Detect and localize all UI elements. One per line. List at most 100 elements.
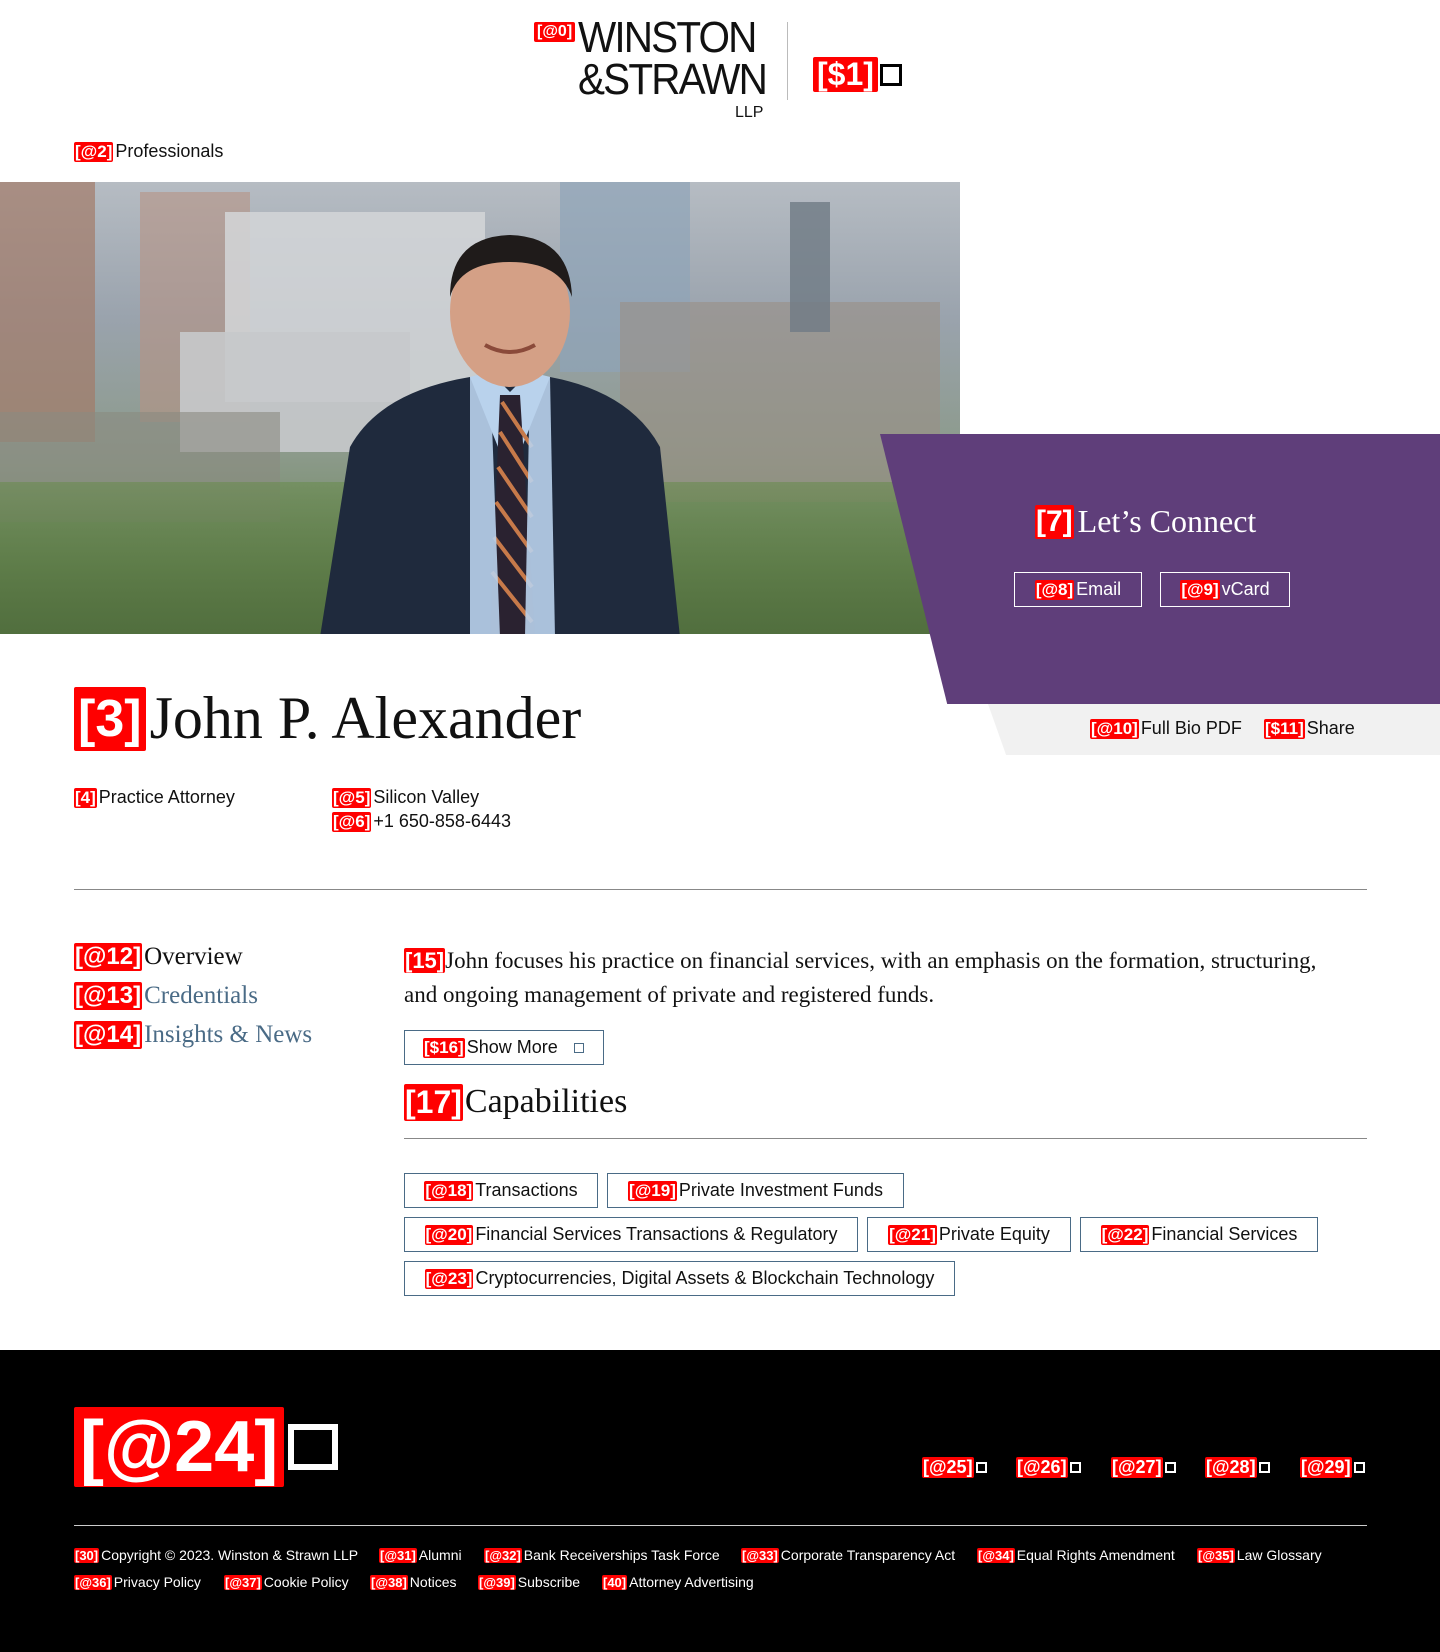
menu-button[interactable]: [$1] [813,56,902,93]
capabilities-tag: [17] [404,1083,463,1121]
social-link-3[interactable]: [@27] [1111,1457,1176,1478]
capability-private-investment-funds[interactable]: [@19] Private Investment Funds [607,1173,904,1208]
footer-divider [74,1525,1367,1526]
capability-fs-transactions-regulatory[interactable]: [@20] Financial Services Transactions & … [404,1217,858,1252]
social-link-1[interactable]: [@25] [922,1457,987,1478]
pdf-tag: [@10] [1090,718,1139,739]
social-tag: [@29] [1300,1457,1352,1478]
overview-tag: [15] [404,948,446,973]
footer-link-label: Notices [409,1574,457,1590]
full-bio-pdf-link[interactable]: [@10] Full Bio PDF [1090,718,1242,739]
footer-link-label: Equal Rights Amendment [1016,1547,1175,1563]
footer-link-cookie[interactable]: [@37] Cookie Policy [224,1574,349,1590]
social-link-4[interactable]: [@28] [1205,1457,1270,1478]
capability-tag: [@19] [628,1180,677,1201]
social-tag: [@25] [922,1457,974,1478]
name-tag: [3] [74,686,146,751]
connect-heading-text: Let’s Connect [1077,503,1257,539]
footer-link-bank-receiverships[interactable]: [@32] Bank Receiverships Task Force [484,1547,720,1563]
name-text: John P. Alexander [149,685,582,751]
footer-link-tag: [@37] [224,1574,262,1590]
capability-private-equity[interactable]: [@21] Private Equity [867,1217,1071,1252]
footer-link-law-glossary[interactable]: [@35] Law Glossary [1197,1547,1322,1563]
menu-tag: [$1] [813,56,878,93]
social-tag: [@26] [1016,1457,1068,1478]
phone-tag: [@6] [332,811,372,832]
capability-transactions[interactable]: [@18] Transactions [404,1173,598,1208]
social-tag: [@27] [1111,1457,1163,1478]
footer-logo[interactable]: [@24] [74,1407,339,1487]
sidenav-overview[interactable]: [@12] Overview [74,943,243,971]
sidenav-credentials[interactable]: [@13] Credentials [74,982,258,1010]
capabilities-title: Capabilities [464,1083,628,1120]
capabilities-heading: [17] Capabilities [404,1083,627,1121]
footer-link-equal-rights[interactable]: [@34] Equal Rights Amendment [977,1547,1175,1563]
capability-crypto-blockchain[interactable]: [@23] Cryptocurrencies, Digital Assets &… [404,1261,955,1296]
social-link-2[interactable]: [@26] [1016,1457,1081,1478]
connect-heading: [7] Let’s Connect [1035,503,1256,540]
sidenav-insights-news[interactable]: [@14] Insights & News [74,1021,312,1049]
sidenav-overview-label: Overview [144,943,243,970]
site-footer: [@24] [@25] [@26] [@27] [@28] [@29] [30]… [0,1350,1440,1652]
social-icon [1164,1462,1176,1473]
footer-link-tag: [30] [74,1547,100,1563]
title-tag: [4] [74,787,97,808]
footer-link-label: Subscribe [517,1574,581,1590]
breadcrumb[interactable]: [@2] Professionals [74,141,223,162]
section-divider [74,889,1367,890]
sidenav-credentials-tag: [@13] [74,982,143,1010]
capability-label: Cryptocurrencies, Digital Assets & Block… [475,1268,935,1288]
attorney-name: [3] John P. Alexander [74,684,581,753]
capability-financial-services[interactable]: [@22] Financial Services [1080,1217,1318,1252]
footer-link-tag: [40] [602,1574,628,1590]
footer-link-label: Cookie Policy [263,1574,349,1590]
footer-link-label: Bank Receiverships Task Force [523,1547,720,1563]
attorney-portrait [320,235,680,634]
capability-label: Transactions [475,1180,578,1200]
share-button[interactable]: [$11] Share [1264,718,1355,739]
capability-tag: [@22] [1100,1224,1150,1245]
capabilities-divider [404,1138,1367,1139]
email-label: Email [1076,579,1122,599]
overview-body: John focuses his practice on financial s… [404,948,1317,1007]
email-button[interactable]: [@8] Email [1014,572,1142,607]
capability-tag: [@18] [424,1180,474,1201]
footer-link-tag: [@34] [977,1547,1015,1563]
footer-link-tag: [@33] [741,1547,779,1563]
vcard-button[interactable]: [@9] vCard [1160,572,1290,607]
footer-link-tag: [@32] [484,1547,522,1563]
footer-link-label: Alumni [418,1547,462,1563]
footer-link-notices[interactable]: [@38] Notices [370,1574,456,1590]
office-link[interactable]: [@5] Silicon Valley [332,787,479,808]
sidenav-insights-label: Insights & News [144,1021,313,1048]
expand-icon [573,1042,584,1053]
overview-text: [15]John focuses his practice on financi… [404,944,1344,1012]
header-divider [787,22,788,100]
firm-logo[interactable]: [@0] WINSTON &STRAWN LLP [534,16,768,125]
email-tag: [@8] [1034,579,1075,600]
footer-link-subscribe[interactable]: [@39] Subscribe [478,1574,580,1590]
footer-link-privacy[interactable]: [@36] Privacy Policy [74,1574,201,1590]
capability-label: Private Equity [938,1224,1050,1244]
footer-link-alumni[interactable]: [@31] Alumni [379,1547,462,1563]
sidenav-overview-tag: [@12] [74,943,143,971]
social-link-5[interactable]: [@29] [1300,1457,1365,1478]
capability-tag: [@20] [424,1224,474,1245]
phone-link[interactable]: [@6] +1 650-858-6443 [332,811,511,832]
footer-link-label: Privacy Policy [113,1574,201,1590]
footer-link-corporate-transparency[interactable]: [@33] Corporate Transparency Act [741,1547,955,1563]
connect-panel [880,434,1440,704]
show-more-label: Show More [466,1037,558,1057]
social-icon [1353,1462,1365,1473]
footer-link-tag: [@36] [74,1574,112,1590]
phone-text: +1 650-858-6443 [373,811,511,831]
breadcrumb-tag: [@2] [74,141,114,162]
capability-label: Financial Services [1151,1224,1298,1244]
logo-line-1: WINSTON [578,13,757,62]
capability-tag: [@21] [888,1224,937,1245]
footer-link-attorney-advertising[interactable]: [40] Attorney Advertising [602,1574,754,1590]
capability-tag: [@23] [424,1268,474,1289]
show-more-button[interactable]: [$16] Show More [404,1030,604,1065]
footer-link-label: Copyright © 2023. Winston & Strawn LLP [101,1547,359,1563]
hero-photo [0,182,960,634]
